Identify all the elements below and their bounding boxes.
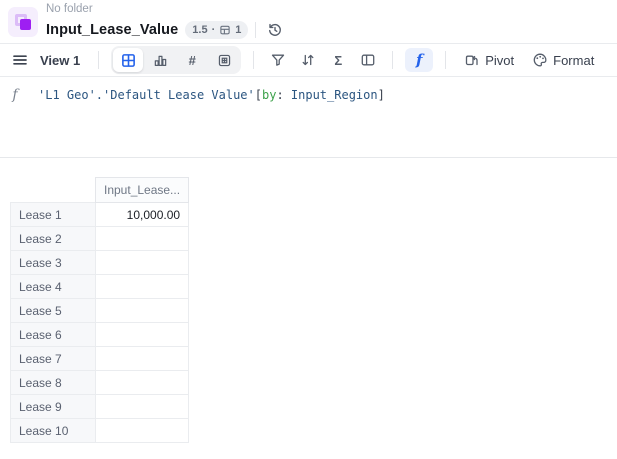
formula-input[interactable]: 'L1 Geo'.'Default Lease Value'[by: Input… — [30, 77, 617, 157]
window-icon — [219, 24, 231, 36]
row-label[interactable]: Lease 4 — [10, 274, 96, 299]
pivot-label: Pivot — [485, 52, 515, 68]
value-cell[interactable] — [94, 418, 190, 443]
pivot-icon — [464, 52, 480, 68]
formula-expression: 'L1 Geo'.'Default Lease Value' — [38, 88, 255, 102]
formula-panel: f 'L1 Geo'.'Default Lease Value'[by: Inp… — [0, 77, 617, 158]
value-cell[interactable]: 10,000.00 — [94, 202, 190, 227]
version-number: 1.5 — [192, 23, 208, 36]
table-row: Lease 5 — [10, 298, 190, 323]
row-label[interactable]: Lease 2 — [10, 226, 96, 251]
table-row: Lease 9 — [10, 394, 190, 419]
row-label[interactable]: Lease 3 — [10, 250, 96, 275]
view-mode-switcher: # — [111, 46, 242, 74]
pivot-button[interactable]: Pivot — [458, 47, 520, 73]
chart-view-button[interactable] — [145, 48, 175, 72]
header-divider — [255, 21, 257, 38]
toolbar-divider — [392, 51, 394, 69]
app-logo-icon[interactable] — [8, 6, 38, 37]
table-row: Lease 3 — [10, 250, 190, 275]
card-view-button[interactable] — [209, 48, 239, 72]
formula-f-icon: f — [416, 50, 423, 69]
palette-icon — [532, 52, 548, 68]
toolbar-divider — [98, 51, 100, 69]
format-label: Format — [553, 52, 595, 68]
row-label[interactable]: Lease 10 — [10, 418, 96, 443]
value-cell[interactable] — [94, 274, 190, 299]
formula-colon: : — [276, 88, 291, 102]
row-label[interactable]: Lease 9 — [10, 394, 96, 419]
value-cell[interactable] — [94, 346, 190, 371]
format-button[interactable]: Format — [526, 47, 600, 73]
table-row: Lease 7 — [10, 346, 190, 371]
page-title: Input_Lease_Value — [46, 21, 179, 38]
table-row: Lease 1 10,000.00 — [10, 202, 190, 227]
toolbar-divider — [253, 51, 255, 69]
row-label[interactable]: Lease 5 — [10, 298, 96, 323]
folder-label[interactable]: No folder — [46, 2, 287, 17]
corner-cell — [11, 178, 96, 203]
value-cell[interactable] — [94, 322, 190, 347]
table-row: Lease 4 — [10, 274, 190, 299]
sort-icon[interactable] — [296, 48, 320, 72]
refresh-history-icon[interactable] — [263, 18, 287, 42]
value-cell[interactable] — [94, 226, 190, 251]
formula-gutter: f — [0, 77, 30, 157]
window-count: 1 — [235, 23, 242, 36]
value-cell[interactable] — [94, 250, 190, 275]
table-row: Lease 8 — [10, 370, 190, 395]
formula-close-bracket: ] — [377, 88, 385, 102]
row-label[interactable]: Lease 1 — [10, 202, 96, 227]
hash-icon: # — [188, 52, 196, 68]
row-label[interactable]: Lease 7 — [10, 346, 96, 371]
view-name-label[interactable]: View 1 — [40, 53, 80, 68]
logo-solid-square — [20, 18, 31, 30]
row-label[interactable]: Lease 6 — [10, 322, 96, 347]
title-block: No folder Input_Lease_Value 1.5 · 1 — [46, 2, 287, 42]
title-row: Input_Lease_Value 1.5 · 1 — [46, 18, 287, 42]
formula-gutter-f-icon: f — [12, 87, 18, 103]
badge-separator: · — [211, 23, 216, 36]
table-row: Lease 2 — [10, 226, 190, 251]
number-view-button[interactable]: # — [177, 48, 207, 72]
row-label[interactable]: Lease 8 — [10, 370, 96, 395]
formula-toggle-button[interactable]: f — [405, 48, 434, 72]
column-split-icon[interactable] — [356, 48, 380, 72]
menu-hamburger-icon[interactable] — [8, 48, 32, 72]
data-grid: Input_Lease... Lease 1 10,000.00 Lease 2… — [10, 177, 617, 443]
value-column-header[interactable]: Input_Lease... — [94, 177, 190, 203]
table-row: Lease 10 — [10, 418, 190, 443]
view-toolbar: View 1 # Σ f Pivot Format — [0, 44, 617, 77]
table-view-button[interactable] — [113, 48, 144, 72]
filter-icon[interactable] — [266, 48, 290, 72]
header-row: Input_Lease... — [11, 177, 190, 203]
value-cell[interactable] — [94, 370, 190, 395]
aggregate-sigma-icon[interactable]: Σ — [326, 48, 350, 72]
formula-parameter: Input_Region — [290, 88, 378, 102]
value-cell[interactable] — [94, 394, 190, 419]
toolbar-divider — [445, 51, 447, 69]
bar-chart-icon — [153, 53, 168, 68]
formula-by-keyword: by — [261, 88, 277, 102]
formula-open-bracket: [ — [254, 88, 262, 102]
grid-icon — [121, 53, 136, 68]
app-header: No folder Input_Lease_Value 1.5 · 1 — [0, 0, 617, 44]
card-grid-icon — [217, 53, 232, 68]
version-badge[interactable]: 1.5 · 1 — [185, 20, 249, 39]
table-row: Lease 6 — [10, 322, 190, 347]
value-cell[interactable] — [94, 298, 190, 323]
